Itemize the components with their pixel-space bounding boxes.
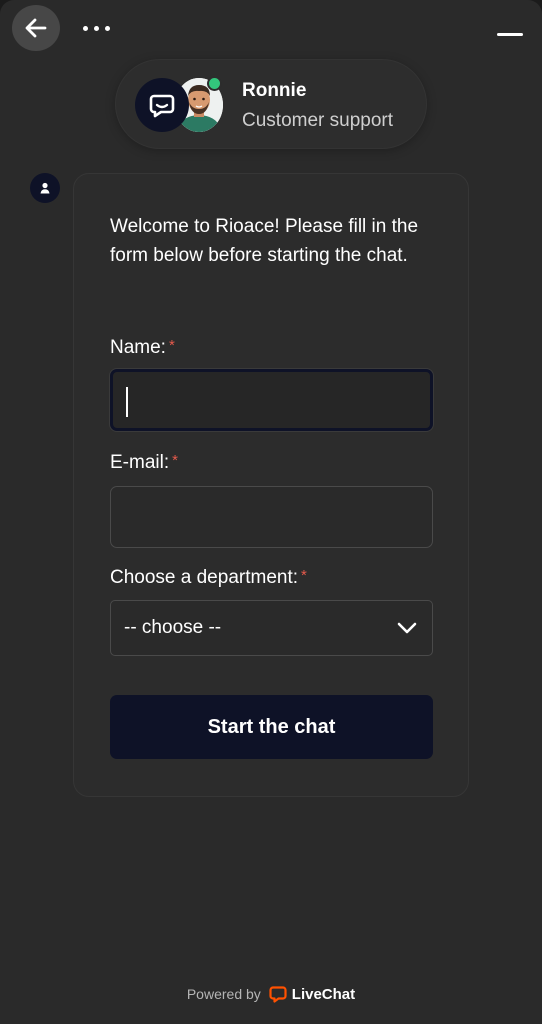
minimize-button[interactable] bbox=[494, 22, 526, 46]
department-label: Choose a department: * bbox=[110, 567, 307, 588]
more-horizontal-icon bbox=[82, 25, 88, 31]
livechat-link[interactable]: LiveChat bbox=[269, 985, 355, 1003]
start-chat-button[interactable]: Start the chat bbox=[110, 695, 433, 759]
back-button[interactable] bbox=[12, 5, 60, 51]
email-field[interactable] bbox=[110, 486, 433, 548]
chat-logo bbox=[135, 78, 189, 132]
agent-name: Ronnie bbox=[242, 80, 307, 101]
more-options-button[interactable] bbox=[76, 16, 116, 40]
name-label: Name: * bbox=[110, 337, 175, 358]
powered-by-text: Powered by bbox=[186, 986, 261, 1002]
powered-by-footer: Powered by LiveChat bbox=[0, 982, 542, 1006]
bot-avatar bbox=[30, 173, 60, 203]
agent-info: Ronnie Customer support bbox=[115, 59, 427, 149]
department-select[interactable]: -- choose -- bbox=[110, 600, 433, 656]
chat-bubble-icon bbox=[149, 94, 175, 118]
livechat-logo-icon bbox=[269, 986, 287, 1003]
required-mark: * bbox=[301, 567, 307, 584]
online-status-indicator bbox=[207, 76, 222, 91]
department-select-value: -- choose -- bbox=[124, 617, 222, 638]
required-mark: * bbox=[168, 337, 175, 354]
text-caret bbox=[126, 387, 128, 417]
user-icon bbox=[40, 182, 50, 194]
name-field[interactable] bbox=[110, 369, 433, 431]
email-label: E-mail: * bbox=[110, 452, 178, 473]
welcome-message: Welcome to Rioace! Please fill in the fo… bbox=[110, 216, 419, 266]
minimize-icon bbox=[497, 32, 523, 36]
chat-window: Ronnie Customer support Welcome to Rioac… bbox=[0, 0, 542, 1024]
agent-role: Customer support bbox=[242, 110, 394, 131]
livechat-brand: LiveChat bbox=[291, 985, 356, 1003]
arrow-left-icon bbox=[25, 18, 47, 38]
required-mark: * bbox=[172, 452, 178, 469]
prechat-form-card: Welcome to Rioace! Please fill in the fo… bbox=[73, 173, 469, 797]
chevron-down-icon bbox=[397, 622, 417, 634]
